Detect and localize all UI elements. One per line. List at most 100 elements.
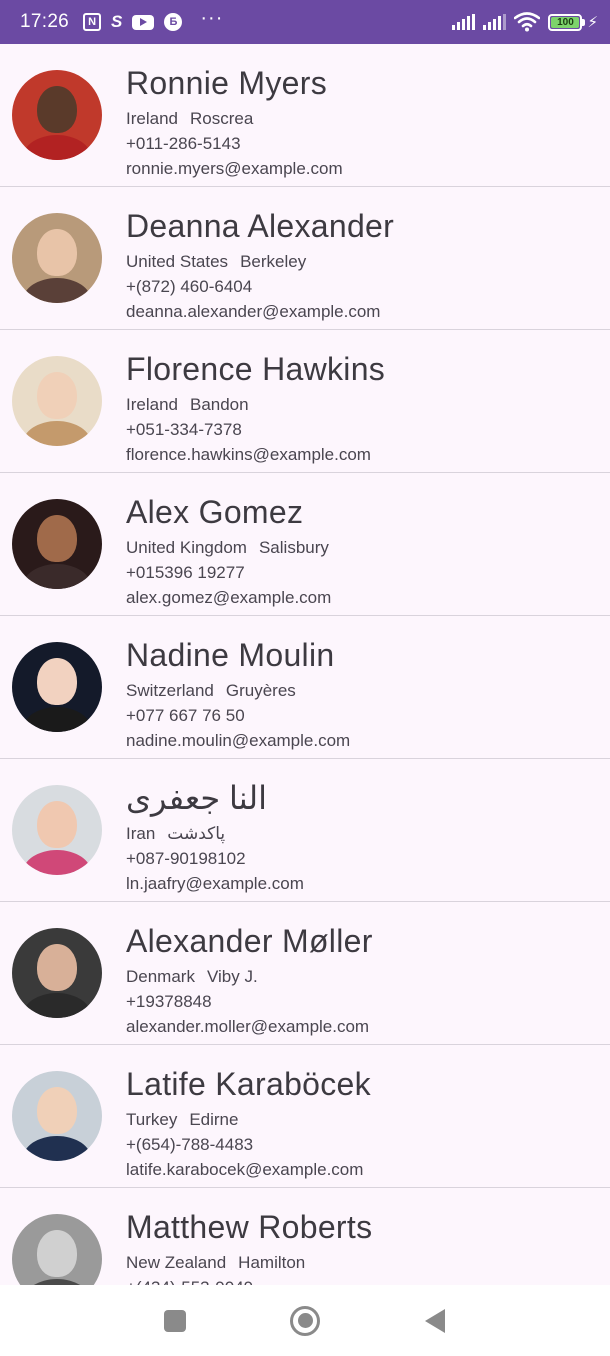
signal-2-icon bbox=[483, 14, 507, 30]
avatar bbox=[12, 70, 102, 160]
contact-city: Hamilton bbox=[238, 1253, 306, 1272]
contact-row[interactable]: Nadine Moulin Switzerland Gruyères +077 6… bbox=[0, 616, 610, 759]
contact-row[interactable]: Deanna Alexander United States Berkeley +… bbox=[0, 187, 610, 330]
contact-name: Florence Hawkins bbox=[126, 351, 386, 387]
back-triangle-icon bbox=[425, 1308, 445, 1333]
contact-email: alex.gomez@example.com bbox=[126, 588, 332, 607]
avatar bbox=[12, 1071, 102, 1161]
contact-name: Deanna Alexander bbox=[126, 208, 395, 244]
contact-name: Ronnie Myers bbox=[126, 65, 328, 101]
contact-country: Iran bbox=[126, 824, 156, 843]
contact-city: Bandon bbox=[189, 395, 249, 414]
contact-email: florence.hawkins@example.com bbox=[126, 445, 371, 464]
contact-info: Alex Gomez United Kingdom Salisbury +0153… bbox=[126, 493, 331, 609]
contact-phone: +015396 19277 bbox=[126, 563, 245, 582]
contact-phone: +077 667 76 50 bbox=[126, 706, 245, 725]
status-left: 17:26 N S Б ··· bbox=[20, 7, 224, 33]
contact-country: Ireland bbox=[126, 109, 178, 128]
contact-city: Edirne bbox=[189, 1110, 239, 1129]
contact-list[interactable]: Ronnie Myers Ireland Roscrea +011-286-514… bbox=[0, 44, 610, 1285]
contact-email: latife.karabocek@example.com bbox=[126, 1160, 364, 1179]
contact-city: Gruyères bbox=[225, 681, 296, 700]
contact-city: Berkeley bbox=[240, 252, 307, 271]
contact-row[interactable]: Florence Hawkins Ireland Bandon +051-334-… bbox=[0, 330, 610, 473]
contact-row[interactable]: النا جعفری Iran پاکدشت +087-90198102 ln.j… bbox=[0, 759, 610, 902]
contact-row[interactable]: Ronnie Myers Ireland Roscrea +011-286-514… bbox=[0, 44, 610, 187]
home-button[interactable] bbox=[285, 1301, 325, 1341]
square-icon bbox=[164, 1309, 186, 1332]
contact-info: Ronnie Myers Ireland Roscrea +011-286-514… bbox=[126, 64, 343, 180]
contact-phone: +011-286-5143 bbox=[126, 134, 241, 153]
contact-name: Latife Karaböcek bbox=[126, 1066, 371, 1102]
contact-location: United States Berkeley bbox=[126, 251, 394, 273]
avatar bbox=[12, 642, 102, 732]
contact-email: ronnie.myers@example.com bbox=[126, 159, 343, 178]
contact-country: United States bbox=[126, 252, 229, 271]
battery-level: 100 bbox=[551, 16, 580, 28]
contact-info: Nadine Moulin Switzerland Gruyères +077 6… bbox=[126, 636, 350, 752]
avatar bbox=[12, 928, 102, 1018]
contact-city: Salisbury bbox=[258, 538, 329, 557]
contact-name: النا جعفری bbox=[126, 780, 268, 816]
avatar bbox=[12, 785, 102, 875]
contact-email: alexander.moller@example.com bbox=[126, 1017, 370, 1036]
home-circle-icon bbox=[290, 1305, 320, 1336]
avatar bbox=[12, 499, 102, 589]
contact-country: United Kingdom bbox=[126, 538, 247, 557]
contact-location: Ireland Bandon bbox=[126, 394, 385, 416]
contact-phone: +19378848 bbox=[126, 992, 212, 1011]
contact-row[interactable]: Matthew Roberts New Zealand Hamilton +(43… bbox=[0, 1188, 610, 1285]
contact-country: Ireland bbox=[126, 395, 178, 414]
contact-info: النا جعفری Iran پاکدشت +087-90198102 ln.j… bbox=[126, 779, 304, 895]
battery-icon: 100 ⚡ bbox=[548, 13, 598, 31]
contact-info: Alexander Møller Denmark Viby J. +1937884… bbox=[126, 922, 373, 1038]
contact-city: پاکدشت bbox=[167, 824, 226, 843]
contact-city: Viby J. bbox=[206, 967, 258, 986]
contact-info: Florence Hawkins Ireland Bandon +051-334-… bbox=[126, 350, 385, 466]
s-icon: S bbox=[111, 12, 123, 31]
back-button[interactable] bbox=[415, 1301, 455, 1341]
contact-location: Iran پاکدشت bbox=[126, 823, 304, 845]
avatar bbox=[12, 356, 102, 446]
contact-country: Denmark bbox=[126, 967, 195, 986]
contact-name: Nadine Moulin bbox=[126, 637, 335, 673]
recents-button[interactable] bbox=[155, 1301, 195, 1341]
status-right: 100 ⚡ bbox=[452, 12, 598, 32]
contact-city: Roscrea bbox=[189, 109, 254, 128]
contact-country: Turkey bbox=[126, 1110, 178, 1129]
contact-country: Switzerland bbox=[126, 681, 214, 700]
contact-info: Matthew Roberts New Zealand Hamilton +(43… bbox=[126, 1208, 372, 1285]
wifi-icon bbox=[514, 12, 541, 32]
nfc-icon: N bbox=[83, 13, 102, 31]
contact-location: Ireland Roscrea bbox=[126, 108, 343, 130]
more-notifications-icon: ··· bbox=[200, 7, 224, 29]
contact-country: New Zealand bbox=[126, 1253, 227, 1272]
contact-location: New Zealand Hamilton bbox=[126, 1252, 372, 1274]
navigation-bar bbox=[0, 1285, 610, 1356]
contact-email: ln.jaafry@example.com bbox=[126, 874, 304, 893]
contact-phone: +(434)-553-9049 bbox=[126, 1277, 372, 1285]
clock: 17:26 bbox=[20, 11, 70, 32]
contact-name: Matthew Roberts bbox=[126, 1209, 373, 1245]
contact-info: Deanna Alexander United States Berkeley +… bbox=[126, 207, 394, 323]
contact-info: Latife Karaböcek Turkey Edirne +(654)-788… bbox=[126, 1065, 371, 1181]
contact-row[interactable]: Alexander Møller Denmark Viby J. +1937884… bbox=[0, 902, 610, 1045]
charging-icon: ⚡ bbox=[587, 14, 598, 31]
contact-location: Turkey Edirne bbox=[126, 1109, 371, 1131]
contact-email: nadine.moulin@example.com bbox=[126, 731, 351, 750]
avatar bbox=[12, 213, 102, 303]
b-icon: Б bbox=[164, 13, 183, 31]
contact-email: deanna.alexander@example.com bbox=[126, 302, 381, 321]
contact-name: Alexander Møller bbox=[126, 923, 373, 959]
contact-phone: +051-334-7378 bbox=[126, 420, 242, 439]
contact-row[interactable]: Alex Gomez United Kingdom Salisbury +0153… bbox=[0, 473, 610, 616]
contact-location: United Kingdom Salisbury bbox=[126, 537, 331, 559]
contact-location: Switzerland Gruyères bbox=[126, 680, 350, 702]
contact-phone: +087-90198102 bbox=[126, 849, 246, 868]
status-bar: 17:26 N S Б ··· 100 ⚡ bbox=[0, 0, 610, 44]
contact-row[interactable]: Latife Karaböcek Turkey Edirne +(654)-788… bbox=[0, 1045, 610, 1188]
avatar bbox=[12, 1214, 102, 1285]
contact-location: Denmark Viby J. bbox=[126, 966, 373, 988]
contact-phone: +(654)-788-4483 bbox=[126, 1135, 254, 1154]
contact-name: Alex Gomez bbox=[126, 494, 304, 530]
